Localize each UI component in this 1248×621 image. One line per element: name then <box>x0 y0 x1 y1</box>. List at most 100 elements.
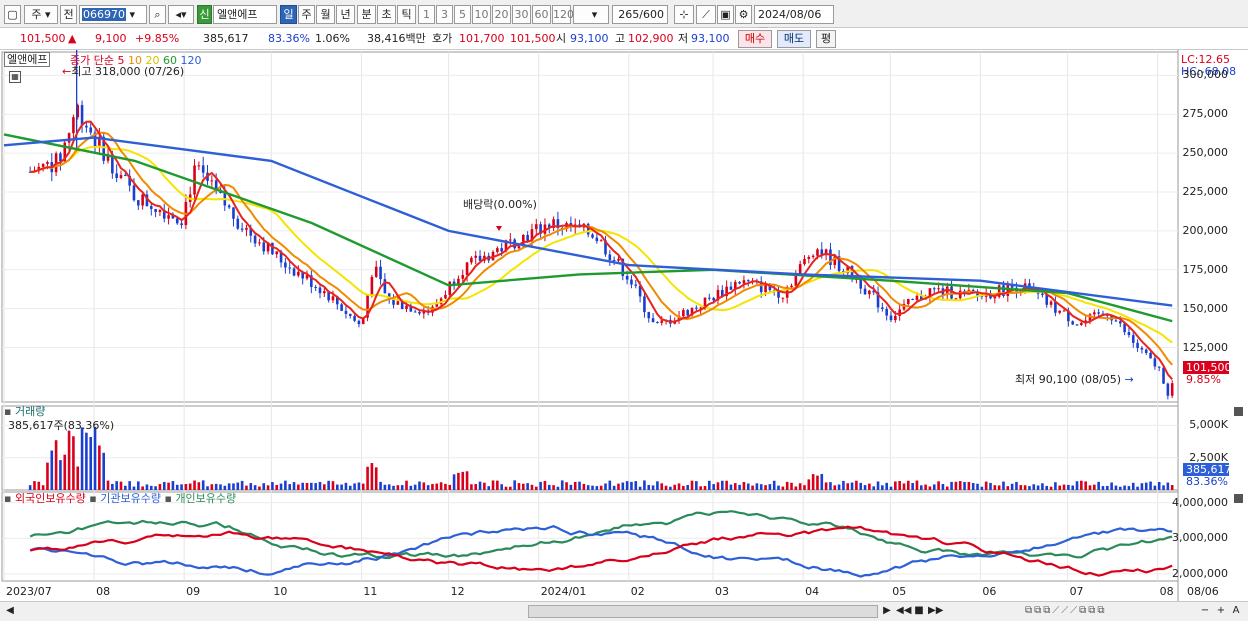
crosshair-icon[interactable]: ⊹ <box>674 5 694 24</box>
foreign-legend: 외국인보유수량 <box>14 492 86 505</box>
prev-button[interactable]: 전 <box>60 5 77 24</box>
volume-bar <box>1075 481 1079 490</box>
stock-code-input[interactable]: 066970 ▾ <box>79 5 147 24</box>
volume-bar <box>837 484 841 490</box>
buy-button[interactable]: 매수 <box>738 30 772 48</box>
interval-10[interactable]: 10 <box>472 5 491 24</box>
volume-bar <box>517 483 521 490</box>
volume-bar <box>465 471 469 490</box>
rewind-icon[interactable]: ◀◀ <box>896 604 911 619</box>
volume-bar <box>898 481 901 490</box>
volume-bar <box>167 482 170 490</box>
candle-body <box>353 315 356 321</box>
sell-button[interactable]: 매도 <box>777 30 811 48</box>
holdings-panel-close-icon[interactable] <box>1234 494 1243 503</box>
ask-label: 호가 <box>432 32 453 45</box>
speaker-icon[interactable]: ◂▾ <box>168 5 194 24</box>
price-y-tick: 200,000 <box>1182 223 1229 237</box>
candle-body <box>318 287 322 294</box>
candle-body <box>954 298 958 300</box>
volume-bar <box>370 463 374 490</box>
chart-scrollbar[interactable]: ◀ ▶ ◀◀ ■ ▶▶ ⧉⧉⧉⟋⟋⟋⧉⧉⧉ − + A <box>0 601 1248 621</box>
candle-body <box>297 271 300 276</box>
candle-body <box>1062 310 1066 312</box>
avg-button[interactable]: 평 <box>816 30 836 48</box>
high-price: 102,900 <box>628 32 674 45</box>
interval-120[interactable]: 120 <box>552 5 574 24</box>
scroll-right-icon[interactable]: ▶ <box>880 604 894 619</box>
zoom-in-icon[interactable]: + <box>1215 604 1227 619</box>
period-day[interactable]: 일 <box>280 5 297 24</box>
interval-20[interactable]: 20 <box>492 5 511 24</box>
zoom-out-icon[interactable]: − <box>1199 604 1211 619</box>
interval-3[interactable]: 3 <box>436 5 453 24</box>
ask-price-2: 101,500 <box>510 32 556 45</box>
stock-chart-svg[interactable] <box>0 50 1248 601</box>
volume-panel-close-icon[interactable] <box>1234 407 1243 416</box>
volume-bar <box>513 480 516 490</box>
volume-bar <box>643 480 646 490</box>
candle-body <box>124 175 127 177</box>
gear-icon[interactable]: ⚙ <box>735 5 752 24</box>
price-y-tick: 300,000 <box>1182 68 1229 82</box>
volume-bar <box>1019 485 1023 490</box>
data-count-field[interactable]: 265/600 <box>612 5 668 24</box>
volume-bar <box>357 482 361 490</box>
interval-30[interactable]: 30 <box>512 5 531 24</box>
date-text: 2024/08/06 <box>758 8 822 21</box>
scroll-thumb[interactable] <box>528 605 878 618</box>
market-select[interactable]: 주 ▾ <box>24 5 58 24</box>
candle-body <box>314 287 317 289</box>
candle-body <box>1093 312 1096 315</box>
interval-60[interactable]: 60 <box>532 5 551 24</box>
chart-settings-icon[interactable]: ▦ <box>9 71 21 83</box>
date-field[interactable]: 2024/08/06 ▦ <box>754 5 834 38</box>
ask-price-1: 101,700 <box>459 32 505 45</box>
interval-5[interactable]: 5 <box>454 5 471 24</box>
period-minute[interactable]: 분 <box>357 5 376 24</box>
volume-bar <box>682 485 685 490</box>
volume-bar <box>67 430 71 490</box>
interval-1[interactable]: 1 <box>418 5 435 24</box>
period-month[interactable]: 월 <box>316 5 335 24</box>
period-week[interactable]: 주 <box>298 5 315 24</box>
volume-bar <box>327 480 330 490</box>
candle-body <box>1149 352 1152 359</box>
scroll-left-icon[interactable]: ◀ <box>4 604 16 619</box>
volume-panel-frame <box>1 405 1179 491</box>
volume-bar <box>1084 481 1087 490</box>
fast-forward-icon[interactable]: ▶▶ <box>928 604 943 619</box>
turnover-rate: 1.06% <box>315 32 350 45</box>
period-year[interactable]: 년 <box>336 5 355 24</box>
volume-bar <box>876 481 880 490</box>
volume-bar <box>855 480 858 490</box>
volume-bar <box>1162 485 1165 490</box>
draw-line-icon[interactable]: ⟋ <box>696 5 716 24</box>
search-icon[interactable]: ⌕ <box>149 5 166 24</box>
period-tick[interactable]: 틱 <box>397 5 416 24</box>
interval-select[interactable]: ▾ <box>573 5 609 24</box>
window-icon[interactable]: ▢ <box>4 5 21 24</box>
volume-value: 385,617주(83.36%) <box>8 419 115 432</box>
volume-bar <box>755 483 759 490</box>
stop-icon[interactable]: ■ <box>912 604 926 619</box>
period-second[interactable]: 초 <box>377 5 396 24</box>
drawing-tools-icon[interactable]: ⧉⧉⧉⟋⟋⟋⧉⧉⧉ <box>1025 604 1225 619</box>
volume-bar <box>85 432 88 490</box>
font-size-icon[interactable]: A <box>1230 604 1242 619</box>
volume-bar <box>803 485 806 490</box>
save-icon[interactable]: ▣ <box>717 5 734 24</box>
candle-body <box>1058 310 1062 313</box>
x-tick-label: 2024/01 <box>540 585 587 598</box>
chart-area[interactable]: 엘앤에프 종가 단순 5 10 20 60 120 ▦ ←최고 318,000 … <box>0 50 1248 601</box>
volume-bar <box>137 481 140 490</box>
volume-bar <box>759 484 763 490</box>
candle-body <box>630 279 633 285</box>
candle-body <box>937 288 940 290</box>
institution-legend: 기관보유수량 <box>100 492 161 505</box>
candle-body <box>509 239 512 241</box>
candle-body <box>197 165 201 167</box>
stock-name-field[interactable]: 엘앤에프 <box>213 5 277 24</box>
volume-bar <box>608 480 612 490</box>
volume-bar <box>777 485 780 490</box>
